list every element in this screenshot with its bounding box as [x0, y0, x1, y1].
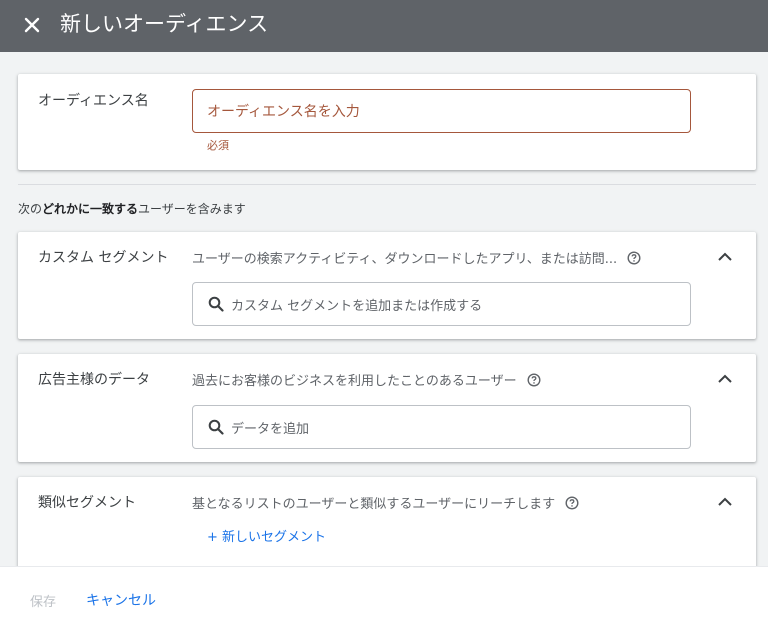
custom-segment-card: カスタム セグメント ユーザーの検索アクティビティ、ダウンロードしたアプリ、また…	[18, 232, 756, 339]
search-icon	[207, 418, 225, 436]
advertiser-data-label: 広告主様のデータ	[38, 372, 150, 388]
audience-name-placeholder: オーディエンス名を入力	[207, 104, 360, 120]
advertiser-data-card: 広告主様のデータ 過去にお客様のビジネスを利用したことのあるユーザー データを追…	[18, 354, 756, 462]
match-suffix: ユーザーを含みます	[138, 202, 246, 216]
advertiser-data-description: 過去にお客様のビジネスを利用したことのあるユーザー	[192, 370, 541, 389]
chevron-up-icon	[718, 374, 732, 383]
close-button[interactable]	[18, 11, 46, 39]
match-instruction: 次のどれかに一致するユーザーを含みます	[18, 200, 246, 217]
required-note: 必須	[207, 139, 229, 152]
help-icon[interactable]	[565, 495, 579, 510]
custom-segment-description: ユーザーの検索アクティビティ、ダウンロードしたアプリ、または訪問...	[192, 248, 641, 267]
new-segment-link[interactable]: + 新しいセグメント	[207, 526, 326, 545]
help-icon[interactable]	[527, 372, 541, 387]
chevron-up-icon	[718, 497, 732, 506]
advertiser-data-search[interactable]: データを追加	[192, 405, 691, 449]
close-icon	[24, 17, 40, 33]
custom-segment-description-text: ユーザーの検索アクティビティ、ダウンロードしたアプリ、または訪問...	[192, 252, 618, 267]
similar-segment-card: 類似セグメント 基となるリストのユーザーと類似するユーザーにリーチします + 新…	[18, 477, 756, 577]
dialog-footer: 保存 キャンセル	[0, 566, 768, 618]
cancel-button[interactable]: キャンセル	[86, 590, 156, 610]
collapse-button[interactable]	[714, 246, 736, 268]
audience-name-label: オーディエンス名	[38, 93, 149, 109]
audience-name-card: オーディエンス名 オーディエンス名を入力 必須	[18, 74, 756, 170]
save-button[interactable]: 保存	[30, 591, 56, 610]
advertiser-data-search-placeholder: データを追加	[231, 421, 310, 437]
dialog-body: オーディエンス名 オーディエンス名を入力 必須 次のどれかに一致するユーザーを含…	[0, 52, 768, 577]
dialog-title: 新しいオーディエンス	[60, 12, 269, 36]
divider	[18, 184, 756, 185]
similar-segment-description-text: 基となるリストのユーザーと類似するユーザーにリーチします	[192, 497, 556, 512]
custom-segment-label: カスタム セグメント	[38, 250, 169, 266]
help-icon[interactable]	[627, 250, 641, 265]
chevron-up-icon	[718, 252, 732, 261]
custom-segment-search[interactable]: カスタム セグメントを追加または作成する	[192, 282, 691, 326]
match-prefix: 次の	[18, 202, 43, 216]
audience-name-input[interactable]: オーディエンス名を入力	[192, 89, 691, 133]
match-bold: どれかに一致する	[42, 202, 139, 216]
similar-segment-description: 基となるリストのユーザーと類似するユーザーにリーチします	[192, 493, 579, 512]
similar-segment-label: 類似セグメント	[38, 495, 136, 511]
search-icon	[207, 295, 225, 313]
custom-segment-search-placeholder: カスタム セグメントを追加または作成する	[231, 298, 483, 314]
collapse-button[interactable]	[714, 491, 736, 513]
dialog-header: 新しいオーディエンス	[0, 0, 768, 52]
collapse-button[interactable]	[714, 368, 736, 390]
advertiser-data-description-text: 過去にお客様のビジネスを利用したことのあるユーザー	[192, 374, 517, 389]
